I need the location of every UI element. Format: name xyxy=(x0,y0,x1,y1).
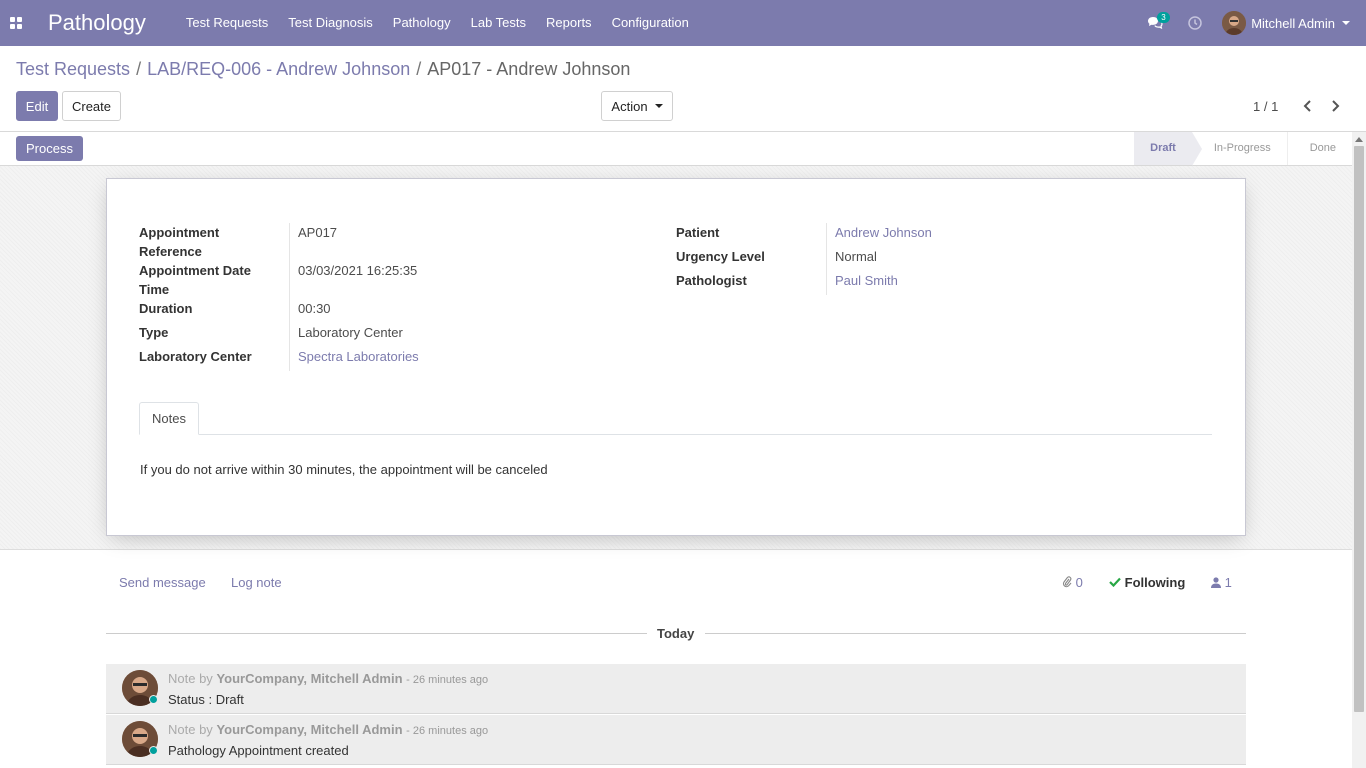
top-navbar: Pathology Test Requests Test Diagnosis P… xyxy=(0,0,1366,46)
type-label: Type xyxy=(139,325,169,340)
duration-value: 00:30 xyxy=(298,301,331,316)
message-time: - 26 minutes ago xyxy=(406,725,489,737)
user-name: Mitchell Admin xyxy=(1251,15,1335,31)
urgency-level-label: Urgency Level xyxy=(676,249,765,264)
tab-divider xyxy=(139,434,1212,435)
menu-item-test-diagnosis[interactable]: Test Diagnosis xyxy=(278,0,383,46)
breadcrumb-separator: / xyxy=(136,59,142,79)
messaging-menu[interactable]: 3 xyxy=(1140,0,1170,46)
breadcrumb-test-requests[interactable]: Test Requests xyxy=(16,59,130,80)
menu-item-pathology[interactable]: Pathology xyxy=(383,0,461,46)
today-label: Today xyxy=(657,626,695,641)
followers-count: 1 xyxy=(1224,575,1232,590)
user-caret-icon xyxy=(1342,21,1350,25)
form-sheet: Appointment Reference AP017 Appointment … xyxy=(106,178,1246,536)
left-group-separator xyxy=(289,223,290,371)
scroll-up-arrow-icon[interactable] xyxy=(1355,137,1363,142)
following-label: Following xyxy=(1124,575,1186,590)
message-time: - 26 minutes ago xyxy=(406,674,489,686)
appointment-reference-label: Appointment Reference xyxy=(139,225,220,259)
process-button[interactable]: Process xyxy=(16,136,83,161)
laboratory-center-link[interactable]: Spectra Laboratories xyxy=(298,347,419,366)
pager-next-button[interactable] xyxy=(1328,96,1342,116)
action-caret-icon xyxy=(654,104,663,108)
stage-done[interactable]: Done xyxy=(1287,132,1352,165)
breadcrumb-current: AP017 - Andrew Johnson xyxy=(427,59,631,79)
pathologist-link[interactable]: Paul Smith xyxy=(835,271,898,290)
control-panel: Test Requests / LAB/REQ-006 - Andrew Joh… xyxy=(0,46,1366,132)
breadcrumb-separator: / xyxy=(416,59,422,79)
app-brand[interactable]: Pathology xyxy=(48,10,146,36)
attachments-button[interactable]: 0 xyxy=(1062,575,1083,590)
activity-menu[interactable] xyxy=(1180,0,1210,46)
breadcrumb: Test Requests / LAB/REQ-006 - Andrew Joh… xyxy=(16,59,630,80)
apps-menu-icon[interactable] xyxy=(0,0,32,46)
patient-label: Patient xyxy=(676,225,720,240)
edit-button[interactable]: Edit xyxy=(16,91,58,121)
stage-draft-label: Draft xyxy=(1150,142,1176,154)
user-menu[interactable]: Mitchell Admin xyxy=(1222,11,1350,35)
vertical-scrollbar[interactable] xyxy=(1352,132,1366,768)
menu-item-configuration[interactable]: Configuration xyxy=(602,0,699,46)
online-status-icon xyxy=(149,695,158,704)
patient-link[interactable]: Andrew Johnson xyxy=(835,223,932,242)
pathologist-label: Pathologist xyxy=(676,273,747,288)
action-label: Action xyxy=(611,98,648,114)
stage-draft[interactable]: Draft xyxy=(1134,132,1202,166)
type-value: Laboratory Center xyxy=(298,325,403,340)
breadcrumb-lab-request[interactable]: LAB/REQ-006 - Andrew Johnson xyxy=(147,59,410,80)
menu-item-lab-tests[interactable]: Lab Tests xyxy=(461,0,536,46)
clock-icon xyxy=(1188,16,1202,30)
duration-label: Duration xyxy=(139,301,193,316)
today-divider-right xyxy=(705,633,1246,634)
user-avatar xyxy=(1222,11,1247,35)
send-message-button[interactable]: Send message xyxy=(119,575,206,590)
online-status-icon xyxy=(149,746,158,755)
message-item: Note by YourCompany, Mitchell Admin - 26… xyxy=(106,715,1246,765)
create-button[interactable]: Create xyxy=(62,91,121,121)
appointment-datetime-label: Appointment Date Time xyxy=(139,263,251,297)
attachments-count: 0 xyxy=(1075,575,1083,590)
followers-button[interactable]: 1 xyxy=(1211,575,1232,590)
message-header: Note by YourCompany, Mitchell Admin - 26… xyxy=(168,722,488,737)
notes-text: If you do not arrive within 30 minutes, … xyxy=(140,462,548,477)
right-group-separator xyxy=(826,223,827,295)
appointment-datetime-value: 03/03/2021 16:25:35 xyxy=(298,263,418,278)
stage-arrow-icon xyxy=(1191,132,1202,166)
following-button[interactable]: Following xyxy=(1109,575,1185,590)
message-body: Pathology Appointment created xyxy=(168,743,349,758)
pager-previous-button[interactable] xyxy=(1300,96,1314,116)
menu-item-reports[interactable]: Reports xyxy=(536,0,602,46)
chevron-right-icon xyxy=(1331,100,1339,112)
stage-in-progress-label: In-Progress xyxy=(1213,142,1271,154)
message-body: Status : Draft xyxy=(168,692,244,707)
paperclip-icon xyxy=(1062,576,1072,588)
user-icon xyxy=(1211,577,1221,588)
pager-value[interactable]: 1 / 1 xyxy=(1253,99,1278,114)
stage-done-label: Done xyxy=(1309,142,1336,154)
stage-pipeline: Draft In-Progress Done xyxy=(1134,132,1352,166)
form-statusbar: Process Draft In-Progress Done xyxy=(0,132,1352,166)
scroll-thumb[interactable] xyxy=(1354,146,1364,712)
action-dropdown[interactable]: Action xyxy=(601,91,673,121)
laboratory-center-label: Laboratory Center xyxy=(139,349,252,364)
chevron-left-icon xyxy=(1303,100,1311,112)
stage-in-progress[interactable]: In-Progress xyxy=(1191,132,1288,165)
check-icon xyxy=(1109,577,1121,588)
message-prefix: Note by xyxy=(168,671,213,686)
chat-count-badge: 3 xyxy=(1157,12,1170,23)
message-author[interactable]: YourCompany, Mitchell Admin xyxy=(216,722,402,737)
message-author[interactable]: YourCompany, Mitchell Admin xyxy=(216,671,402,686)
appointment-reference-value: AP017 xyxy=(298,225,338,240)
tab-notes[interactable]: Notes xyxy=(139,402,199,435)
message-header: Note by YourCompany, Mitchell Admin - 26… xyxy=(168,671,488,686)
today-divider-left xyxy=(106,633,647,634)
main-menu: Test Requests Test Diagnosis Pathology L… xyxy=(176,0,699,46)
log-note-button[interactable]: Log note xyxy=(231,575,282,590)
message-prefix: Note by xyxy=(168,722,213,737)
urgency-level-value: Normal xyxy=(835,249,877,264)
message-item: Note by YourCompany, Mitchell Admin - 26… xyxy=(106,664,1246,714)
menu-item-test-requests[interactable]: Test Requests xyxy=(176,0,278,46)
